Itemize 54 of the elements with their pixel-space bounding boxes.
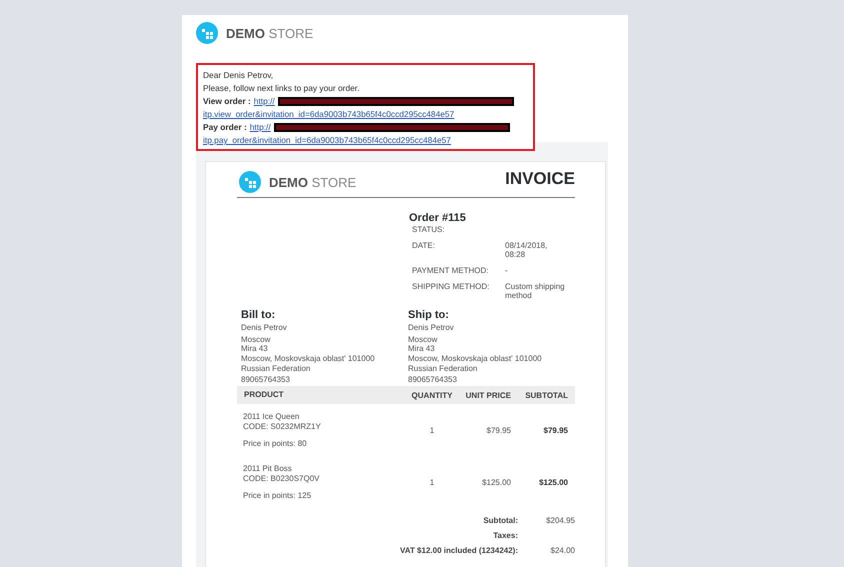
invoice-title: INVOICE [505,168,575,188]
product-name: 2011 Ice Queen [243,412,300,422]
total-value: $24.00 [550,546,575,555]
total-label: Taxes: [493,531,518,541]
greeting: Dear Denis Petrov, [203,69,274,82]
total-label: Subtotal: [483,516,518,526]
link-label: Pay order : [203,121,247,134]
intro-text: Please, follow next links to pay your order. [203,82,360,95]
quantity-cell: 1 [430,478,434,487]
detail-value: - [505,266,509,275]
product-points: Price in points: 125 [243,491,312,501]
store-name: DEMO STORE [226,26,314,40]
address-heading: Ship to: [408,309,450,321]
address-phone: 89065764353 [408,374,458,385]
unit-price-cell: $125.00 [482,478,511,487]
order-link[interactable]: itp.pay_order&invitation_id=6da9003b743b65f4c0ccd295cc484e57 [203,134,451,147]
address-region: Moscow, Moskovskaja oblast' 101000 [408,354,543,364]
logo-icon [239,171,261,193]
total-label: VAT $12.00 included (1234242): [400,546,518,556]
address-country: Russian Federation [408,364,478,374]
link-label: View order : [203,95,251,108]
order-link[interactable]: http:// [250,121,271,134]
unit-price-cell: $79.95 [486,426,511,435]
address-heading: Bill to: [241,309,276,321]
column-header: QUANTITY [412,390,452,400]
address-street: Moscow Mira 43 [408,334,438,352]
store-name: DEMO STORE [269,174,356,190]
address-region: Moscow, Moskovskaja oblast' 101000 [241,354,376,364]
detail-label: DATE: [412,241,436,252]
address-phone: 89065764353 [241,374,291,385]
address-country: Russian Federation [241,364,312,374]
detail-label: PAYMENT METHOD: [412,266,490,275]
product-code: CODE: S0232MRZ1Y [243,422,322,432]
order-link[interactable]: http:// [254,95,275,108]
detail-value: Custom shipping method [505,282,566,300]
logo-icon [196,22,218,44]
column-header: UNIT PRICE [466,390,511,400]
quantity-cell: 1 [430,426,434,435]
column-header: SUBTOTAL [525,390,568,400]
product-code: CODE: B0230S7Q0V [243,474,320,484]
total-value: $204.95 [546,516,575,525]
detail-value: 08/14/2018, 08:28 [505,241,548,259]
product-points: Price in points: 80 [243,439,308,449]
subtotal-cell: $125.00 [539,478,568,487]
detail-label: STATUS: [412,225,446,234]
address-street: Moscow Mira 43 [241,334,272,352]
detail-label: SHIPPING METHOD: [412,282,490,293]
order-link[interactable]: itp.view_order&invitation_id=6da9003b743b65f4c0ccd295cc484e57 [203,108,454,121]
column-header: PRODUCT [244,390,284,399]
order-number: Order #115 [409,212,467,224]
address-name: Denis Petrov [408,323,455,334]
address-name: Denis Petrov [241,323,288,334]
product-name: 2011 Pit Boss [243,464,293,474]
subtotal-cell: $79.95 [544,426,568,435]
